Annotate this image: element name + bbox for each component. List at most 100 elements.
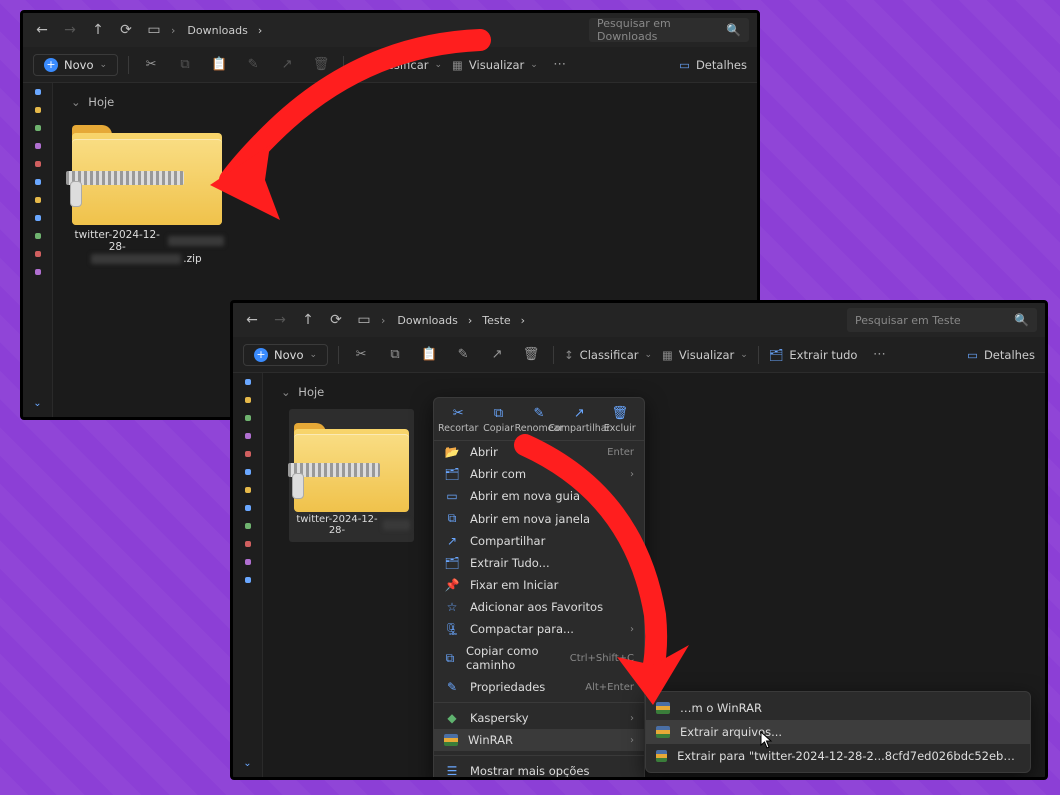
cut-icon[interactable]: ✂ [139,53,163,77]
search-input[interactable]: Pesquisar em Teste 🔍 [847,308,1037,332]
ctx-open[interactable]: 📂 Abrir Enter [434,441,644,463]
winrar-icon [656,702,670,714]
details-button[interactable]: ▭ Detalhes [967,348,1035,362]
more-button[interactable]: ⋯ [548,53,572,77]
more-icon: ☰ [444,764,460,777]
copy-icon[interactable]: ⧉ [383,343,407,367]
back-button[interactable]: ← [31,19,53,41]
context-menu[interactable]: ✂ Recortar ⧉ Copiar ✎ Renomear ↗ Compart… [433,397,645,777]
copy-path-icon: ⧉ [444,651,456,666]
extract-all-label: Extrair tudo [789,348,857,362]
breadcrumb[interactable]: Downloads › [187,24,583,37]
sidebar[interactable]: ⌄ [233,373,263,777]
search-input[interactable]: Pesquisar em Downloads 🔍 [589,18,749,42]
ctx-delete-button[interactable]: 🗑 Excluir [601,406,639,434]
ctx-open-with[interactable]: 🗂 Abrir com › [434,463,644,485]
new-button[interactable]: + Novo ⌄ [33,54,118,76]
toolbar: + Novo ⌄ ✂ ⧉ 📋 ✎ ↗ 🗑 ↕ Classificar ⌄ ▦ V… [23,47,757,83]
copy-icon[interactable]: ⧉ [173,53,197,77]
monitor-icon[interactable]: ▭ [353,309,375,331]
file-item-zip[interactable]: twitter-2024-12-28- .zip [69,119,224,265]
section-header[interactable]: ⌄ Hoje [71,95,741,109]
winrar-icon [656,750,667,762]
paste-icon[interactable]: 📋 [417,343,441,367]
chevron-right-icon: › [630,624,634,635]
winrar-icon [444,734,458,746]
file-name-label: twitter-2024-12-28- [293,514,410,536]
share-icon[interactable]: ↗ [275,53,299,77]
rename-icon[interactable]: ✎ [241,53,265,77]
new-label: Novo [64,58,93,72]
forward-button[interactable]: → [269,309,291,331]
view-button[interactable]: ▦ Visualizar ⌄ [452,58,538,72]
sidebar-expand-icon[interactable]: ⌄ [33,398,41,409]
ctx-share-button[interactable]: ↗ Compartilhar [560,406,598,434]
file-name-label-line2: .zip [69,253,224,265]
chevron-down-icon: ⌄ [740,350,748,360]
breadcrumb-item[interactable]: Downloads [187,24,247,37]
submenu-extract-to[interactable]: Extrair para "twitter-2024-12-28-2...8cf… [646,744,1030,768]
submenu-open-winrar[interactable]: …m o WinRAR [646,696,1030,720]
ctx-open-new-tab[interactable]: ▭ Abrir em nova guia [434,485,644,507]
ctx-copy-button[interactable]: ⧉ Copiar [480,406,518,434]
up-button[interactable]: ↑ [87,19,109,41]
navbar: ← → ↑ ⟳ ▭ › Downloads › Pesquisar em Dow… [23,13,757,47]
share-icon[interactable]: ↗ [485,343,509,367]
ctx-more-options[interactable]: ☰ Mostrar mais opções [434,760,644,777]
view-button[interactable]: ▦ Visualizar ⌄ [662,348,748,362]
ctx-kaspersky[interactable]: ◆ Kaspersky › [434,707,644,729]
window-icon: ⧉ [444,511,460,526]
ctx-copy-path[interactable]: ⧉ Copiar como caminho Ctrl+Shift+C [434,640,644,676]
ctx-compress[interactable]: 🗜 Compactar para... › [434,618,644,640]
ctx-add-favorites[interactable]: ☆ Adicionar aos Favoritos [434,596,644,618]
content-area[interactable]: ⌄ Hoje twitter-2024-12-28- [263,373,1045,777]
kaspersky-icon: ◆ [444,711,460,725]
rename-icon[interactable]: ✎ [451,343,475,367]
ctx-cut-button[interactable]: ✂ Recortar [439,406,477,434]
chevron-right-icon: › [258,24,262,37]
section-header[interactable]: ⌄ Hoje [281,385,1029,399]
delete-icon[interactable]: 🗑 [309,53,333,77]
share-icon: ↗ [444,534,460,548]
breadcrumb-item[interactable]: Teste [482,314,510,327]
extract-icon: 🗂 [444,556,460,570]
details-label: Detalhes [696,58,747,72]
extract-all-button[interactable]: 🗂 Extrair tudo [769,348,858,362]
section-label: Hoje [88,95,114,109]
back-button[interactable]: ← [241,309,263,331]
file-item-zip-selected[interactable]: twitter-2024-12-28- [289,409,414,542]
sort-button[interactable]: ↕ Classificar ⌄ [564,348,652,362]
ctx-winrar[interactable]: WinRAR › [434,729,644,751]
view-label: Visualizar [469,58,524,72]
forward-button[interactable]: → [59,19,81,41]
ctx-extract-all[interactable]: 🗂 Extrair Tudo... [434,552,644,574]
search-icon: 🔍 [1014,313,1029,327]
new-button[interactable]: + Novo ⌄ [243,344,328,366]
details-button[interactable]: ▭ Detalhes [679,58,747,72]
search-placeholder: Pesquisar em Downloads [597,17,722,43]
more-button[interactable]: ⋯ [867,343,891,367]
chevron-down-icon: ⌄ [644,350,652,360]
body-area: ⌄ ⌄ Hoje twitter-2024-12-28- [233,373,1045,777]
monitor-icon[interactable]: ▭ [143,19,165,41]
submenu-extract-files[interactable]: Extrair arquivos... [646,720,1030,744]
context-top-row: ✂ Recortar ⧉ Copiar ✎ Renomear ↗ Compart… [434,402,644,441]
up-button[interactable]: ↑ [297,309,319,331]
breadcrumb-item[interactable]: Downloads [397,314,457,327]
sidebar-expand-icon[interactable]: ⌄ [243,758,251,769]
refresh-button[interactable]: ⟳ [325,309,347,331]
refresh-button[interactable]: ⟳ [115,19,137,41]
section-label: Hoje [298,385,324,399]
ctx-pin-start[interactable]: 📌 Fixar em Iniciar [434,574,644,596]
delete-icon[interactable]: 🗑 [519,343,543,367]
sidebar[interactable]: ⌄ [23,83,53,417]
ctx-open-new-window[interactable]: ⧉ Abrir em nova janela [434,507,644,530]
winrar-submenu[interactable]: …m o WinRAR Extrair arquivos... Extrair … [645,691,1031,773]
breadcrumb[interactable]: Downloads › Teste › [397,314,841,327]
cut-icon[interactable]: ✂ [349,343,373,367]
ctx-share[interactable]: ↗ Compartilhar [434,530,644,552]
paste-icon[interactable]: 📋 [207,53,231,77]
ctx-properties[interactable]: ✎ Propriedades Alt+Enter [434,676,644,698]
search-icon: 🔍 [726,23,741,37]
sort-button[interactable]: ↕ Classificar ⌄ [354,58,442,72]
